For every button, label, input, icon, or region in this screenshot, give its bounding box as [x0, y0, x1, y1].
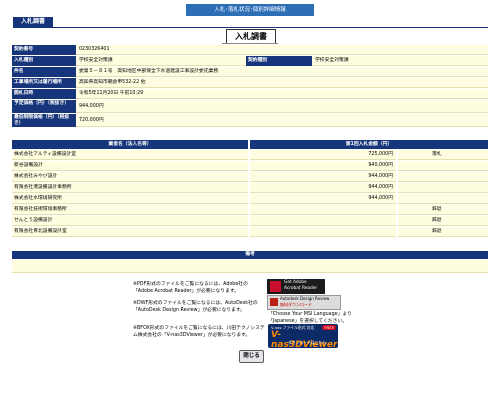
header-bid-amount: 第1回入札金額（円） [250, 140, 488, 149]
table-row: 新谷設備設計 940,000円 [12, 161, 488, 171]
bid-result [398, 161, 488, 171]
title-underline [222, 43, 278, 44]
bid-amount: 940,000円 [250, 161, 396, 171]
info-row-estimated-price: 予定価格（円）（税抜き） 944,000円 [12, 100, 488, 114]
notes-header: 備考 [12, 251, 488, 259]
pdf-viewer-note: ※PDF形式のファイルをご覧になるには、Adobe社の「Adobe Acroba… [133, 282, 248, 294]
bidder-name: 有限会社技術環境事務所 [12, 205, 248, 215]
bid-amount [250, 227, 396, 237]
info-value: 委第５－８１号 高知地区中部保全下水道建設工事設計委託業務 [76, 67, 488, 77]
contract-info-table: 契約番号 0230326401 入札種別 学校安全対策課 契約種別 学校安全対策… [12, 45, 488, 128]
info-value-contract-type: 学校安全対策課 [312, 56, 488, 66]
bid-amount: 944,000円 [250, 183, 396, 193]
info-row-bid-type: 入札種別 学校安全対策課 契約種別 学校安全対策課 [12, 56, 488, 67]
info-label-contract-type: 契約種別 [246, 56, 312, 66]
info-label: 予定価格（円）（税抜き） [12, 100, 76, 113]
info-row-subject: 件名 委第５－８１号 高知地区中部保全下水道建設工事設計委託業務 [12, 67, 488, 78]
language-note: 「Choose Your MSI Language」より「Japanese」を選… [268, 312, 352, 324]
design-review-badge-line2: 無料ダウンロード [280, 302, 312, 307]
info-label: 開札日時 [12, 89, 76, 99]
info-value: 720,000円 [76, 114, 488, 127]
bid-result: 辞退 [398, 205, 488, 215]
info-value: 高知県高知市朝倉甲532-22 他 [76, 78, 488, 88]
bidder-name: 有限会社青北設備設計室 [12, 227, 248, 237]
bid-result: 辞退 [398, 216, 488, 226]
table-row: 有限会社青北設備設計室 辞退 [12, 227, 488, 237]
bid-amount: 725,000円 [250, 150, 396, 160]
bid-table-header: 業者名（法人名等） 第1回入札金額（円） [12, 140, 488, 149]
info-label: 入札種別 [12, 56, 76, 66]
bid-amount: 944,000円 [250, 194, 396, 204]
table-row: 有限会社港設備設計事務所 944,000円 [12, 183, 488, 193]
info-value: 令和5年11月20日 午前10:29 [76, 89, 488, 99]
v-nas-viewer-download-link[interactable]: V-nas ファイル形式 対応 FREE V-nas3DViewer ダウンロー… [268, 324, 338, 350]
dwf-viewer-note: ※DWF形式のファイルをご覧になるには、AutoDesk社の「AutoDesk … [133, 301, 258, 313]
header-company-name: 業者名（法人名等） [12, 140, 248, 149]
v-nas-badge-download: ダウンロードはこちら [288, 340, 326, 345]
page-topbar: 入札･落札状況･個別詳細情報 [186, 4, 314, 16]
info-row-open-date: 開札日時 令和5年11月20日 午前10:29 [12, 89, 488, 100]
bid-amount [250, 205, 396, 215]
bidder-name: せんとう設備設計 [12, 216, 248, 226]
bidder-name: 有限会社港設備設計事務所 [12, 183, 248, 193]
adobe-badge-line2: Acrobat Reader [284, 286, 318, 291]
info-label: 最低制限価格（円）（税抜き） [12, 114, 76, 127]
bid-result: 落札 [398, 150, 488, 160]
close-button[interactable]: 閉じる [239, 350, 264, 363]
tab-divider [13, 27, 488, 28]
table-row: 株式会社水環境研究所 944,000円 [12, 194, 488, 204]
tab-bid-record[interactable]: 入札調書 [13, 17, 53, 27]
bid-result: 辞退 [398, 227, 488, 237]
bid-result [398, 183, 488, 193]
bid-amount: 944,000円 [250, 172, 396, 182]
table-row: 株式会社みやび設計 944,000円 [12, 172, 488, 182]
bid-results-table: 業者名（法人名等） 第1回入札金額（円） 株式会社アルティ設備設計室 725,0… [12, 140, 488, 237]
bid-amount [250, 216, 396, 226]
notes-body [12, 260, 488, 273]
info-value: 0230326401 [76, 45, 488, 55]
bidder-name: 新谷設備設計 [12, 161, 248, 171]
info-value: 学校安全対策課 [76, 56, 246, 66]
info-row-location: 工事場所又は履行場所 高知県高知市朝倉甲532-22 他 [12, 78, 488, 89]
v3d-viewer-note: ※BFOX形式のファイルをご覧になるには、川田テクノシステム株式会社の「V-na… [133, 326, 265, 338]
autodesk-logo-icon [270, 298, 278, 306]
info-label: 契約番号 [12, 45, 76, 55]
table-row: 株式会社アルティ設備設計室 725,000円 落札 [12, 150, 488, 160]
bidder-name: 株式会社アルティ設備設計室 [12, 150, 248, 160]
bidder-name: 株式会社みやび設計 [12, 172, 248, 182]
bidder-name: 株式会社水環境研究所 [12, 194, 248, 204]
info-label: 件名 [12, 67, 76, 77]
bid-result [398, 172, 488, 182]
adobe-logo-icon [270, 281, 281, 292]
info-row-contract-no: 契約番号 0230326401 [12, 45, 488, 56]
info-value: 944,000円 [76, 100, 488, 113]
info-row-minimum-price: 最低制限価格（円）（税抜き） 720,000円 [12, 114, 488, 128]
design-review-download-link[interactable]: Autodesk Design Review 無料ダウンロード [267, 295, 341, 310]
table-row: せんとう設備設計 辞退 [12, 216, 488, 226]
table-row: 有限会社技術環境事務所 辞退 [12, 205, 488, 215]
bid-result [398, 194, 488, 204]
page-title: 入札調書 [226, 29, 276, 44]
adobe-reader-download-link[interactable]: Get Adobe Acrobat Reader [267, 279, 325, 294]
info-label: 工事場所又は履行場所 [12, 78, 76, 88]
